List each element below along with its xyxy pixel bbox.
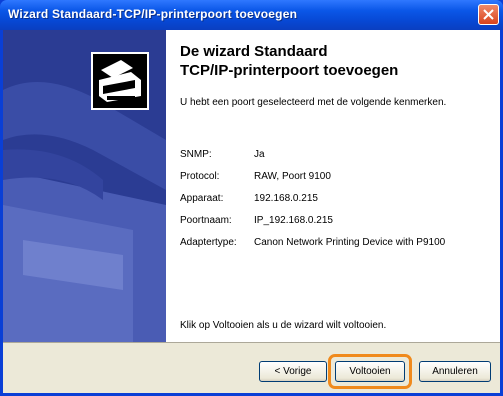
button-bar: < Vorige Voltooien Annuleren: [3, 342, 500, 393]
detail-value: Canon Network Printing Device with P9100: [254, 237, 446, 248]
finish-instruction: Klik op Voltooien als u de wizard wilt v…: [180, 320, 387, 331]
detail-label: Poortnaam:: [180, 215, 232, 226]
heading-line-1: De wizard Standaard: [180, 43, 328, 60]
wizard-window: Wizard Standaard-TCP/IP-printerpoort toe…: [0, 0, 503, 396]
wizard-side-panel: [3, 30, 166, 342]
detail-value: Ja: [254, 149, 265, 160]
close-icon: [483, 9, 494, 20]
detail-label: Adaptertype:: [180, 237, 237, 248]
detail-label: Apparaat:: [180, 193, 224, 204]
wizard-heading: De wizard Standaard TCP/IP-printerpoort …: [180, 42, 490, 80]
detail-value: IP_192.168.0.215: [254, 215, 333, 226]
detail-value: 192.168.0.215: [254, 193, 318, 204]
wizard-client-area: De wizard Standaard TCP/IP-printerpoort …: [3, 30, 500, 393]
printer-wizard-icon: [91, 52, 149, 110]
wizard-content: De wizard Standaard TCP/IP-printerpoort …: [166, 30, 500, 342]
title-bar[interactable]: Wizard Standaard-TCP/IP-printerpoort toe…: [0, 0, 503, 30]
intro-text: U hebt een poort geselecteerd met de vol…: [180, 97, 447, 108]
detail-label: SNMP:: [180, 149, 212, 160]
heading-line-2: TCP/IP-printerpoort toevoegen: [180, 62, 399, 79]
cancel-button[interactable]: Annuleren: [419, 361, 491, 382]
close-button[interactable]: [478, 4, 499, 25]
side-panel-graphic: [3, 52, 166, 342]
detail-label: Protocol:: [180, 171, 220, 182]
window-title: Wizard Standaard-TCP/IP-printerpoort toe…: [8, 7, 298, 21]
detail-value: RAW, Poort 9100: [254, 171, 331, 182]
finish-button[interactable]: Voltooien: [335, 361, 405, 382]
back-button[interactable]: < Vorige: [259, 361, 327, 382]
